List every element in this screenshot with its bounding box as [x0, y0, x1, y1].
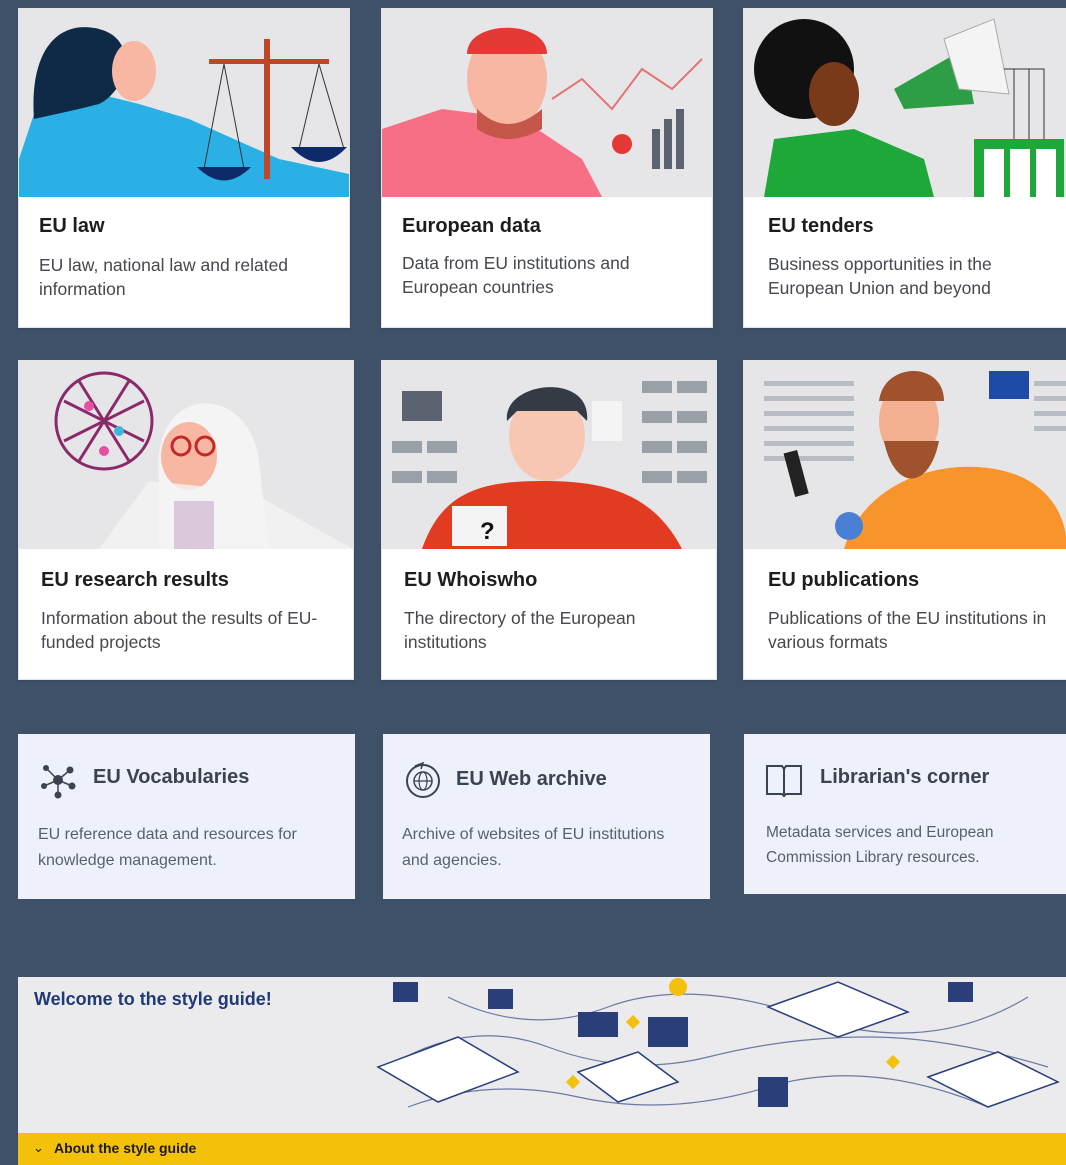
card-description: EU law, national law and related informa…	[39, 255, 289, 299]
tool-description: Archive of websites of EU institutions a…	[402, 826, 665, 869]
card-eu-publications[interactable]: EU publications Publications of the EU i…	[743, 360, 1066, 680]
card-title: EU research results	[41, 569, 229, 591]
card-title: EU Whoiswho	[404, 569, 538, 591]
tool-description: Metadata services and European Commissio…	[766, 824, 994, 866]
card-description: Business opportunities in the European U…	[768, 254, 992, 298]
card-description: Data from EU institutions and European c…	[402, 253, 630, 297]
card-title: EU tenders	[768, 215, 874, 237]
card-title: European data	[402, 215, 541, 237]
card-title: EU law	[39, 215, 105, 237]
card-eu-law[interactable]: EU law EU law, national law and related …	[18, 8, 350, 328]
network-nodes-icon	[38, 760, 78, 800]
tool-librarians-corner[interactable]: Librarian's corner Metadata services and…	[744, 734, 1066, 894]
card-eu-whoiswho[interactable]: ? EU Whoiswho The directory of the Europ…	[381, 360, 717, 680]
card-description: The directory of the European institutio…	[404, 608, 636, 652]
woman-with-scales-illustration	[19, 9, 349, 197]
style-guide-banner: Welcome to the style guide! ⌄ About the …	[18, 977, 1066, 1165]
card-european-data[interactable]: European data Data from EU institutions …	[381, 8, 713, 328]
scientist-with-molecule-illustration	[19, 361, 353, 549]
banner-title: Welcome to the style guide!	[34, 989, 272, 1009]
tool-title: EU Web archive	[456, 768, 607, 790]
man-viewing-data-illustration	[382, 9, 712, 197]
toggle-label: About the style guide	[54, 1140, 197, 1156]
card-description: Information about the results of EU-fund…	[41, 608, 318, 652]
woman-with-megaphone-illustration	[744, 9, 1066, 197]
man-reading-phone-illustration	[744, 361, 1066, 549]
open-book-icon	[764, 760, 804, 800]
tool-title: Librarian's corner	[820, 766, 990, 788]
card-eu-research-results[interactable]: EU research results Information about th…	[18, 360, 354, 680]
about-style-guide-toggle[interactable]: ⌄ About the style guide	[18, 1133, 1066, 1165]
tool-eu-web-archive[interactable]: EU Web archive Archive of websites of EU…	[383, 734, 710, 899]
card-eu-tenders[interactable]: EU tenders Business opportunities in the…	[743, 8, 1066, 328]
chevron-down-icon: ⌄	[33, 1140, 44, 1155]
tool-eu-vocabularies[interactable]: EU Vocabularies EU reference data and re…	[18, 734, 355, 899]
card-title: EU publications	[768, 569, 920, 591]
tool-title: EU Vocabularies	[93, 766, 250, 788]
isometric-network-illustration	[348, 977, 1066, 1137]
card-description: Publications of the EU institutions in v…	[768, 608, 1047, 652]
globe-archive-icon	[403, 760, 443, 800]
tool-description: EU reference data and resources for know…	[38, 826, 297, 869]
svg-text:?: ?	[480, 518, 495, 545]
man-with-org-chart-illustration: ?	[382, 361, 716, 549]
